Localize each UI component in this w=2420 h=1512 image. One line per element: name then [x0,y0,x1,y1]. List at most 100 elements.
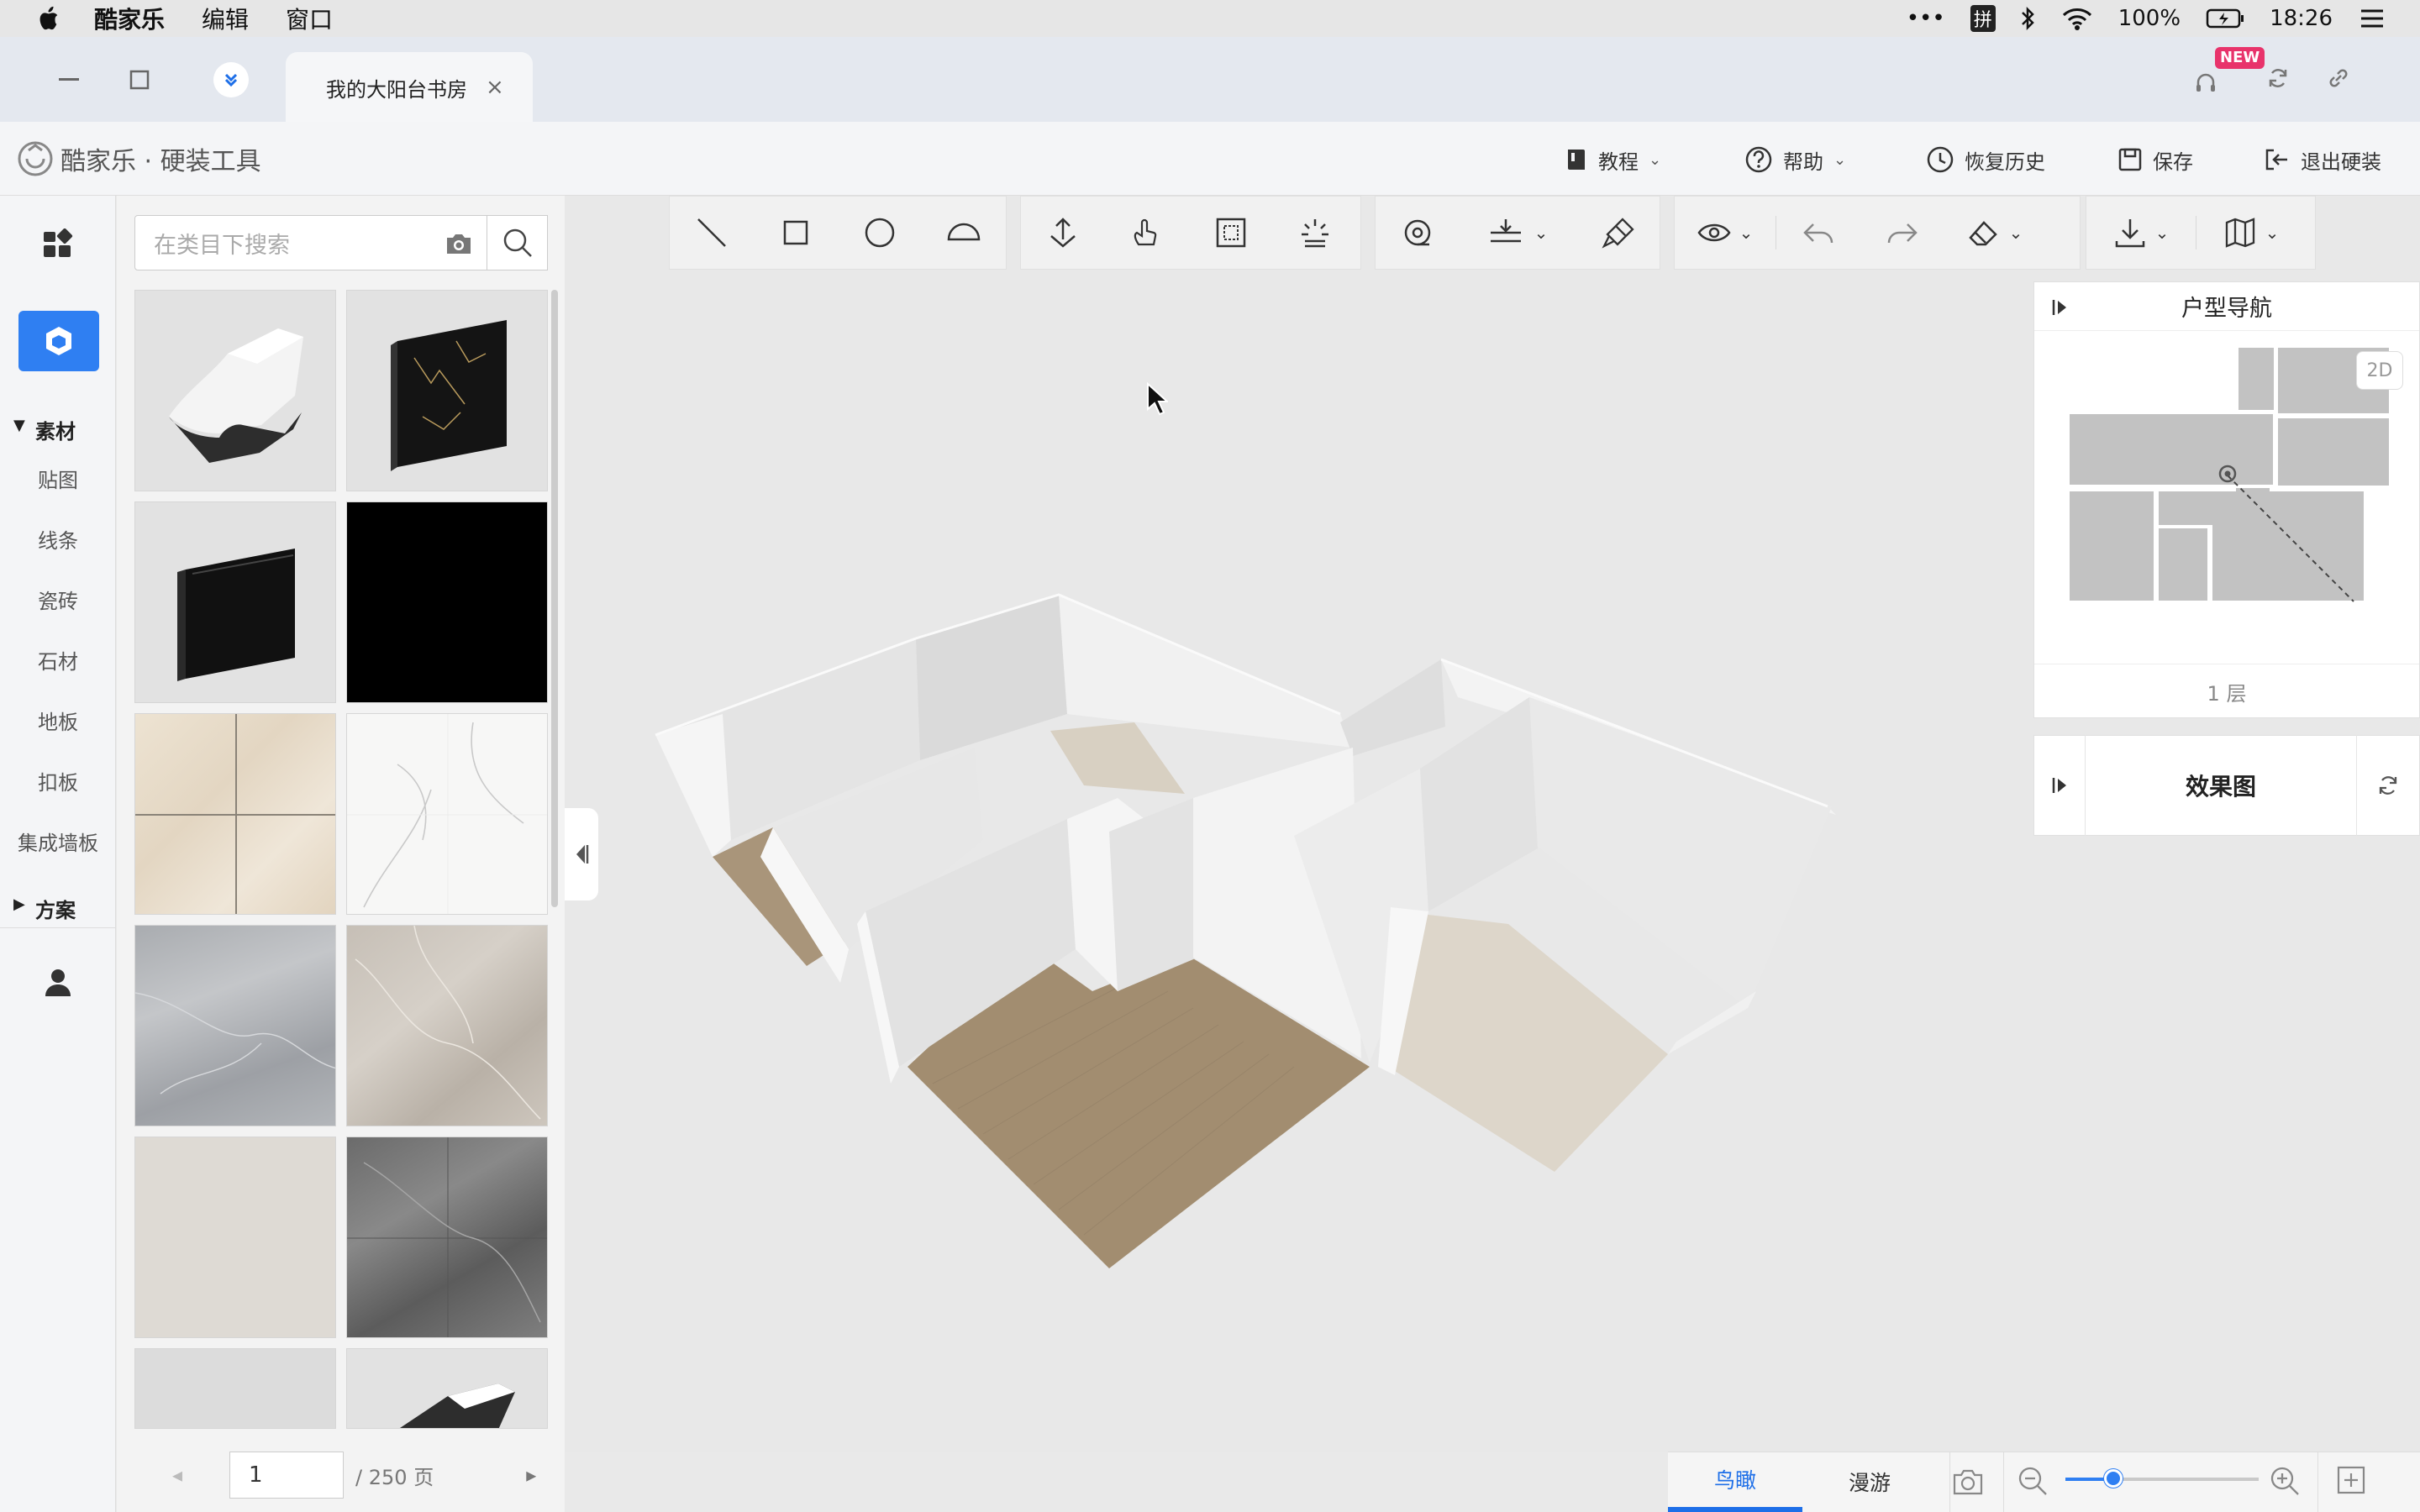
rectangle-icon [783,220,808,245]
2d-mode-badge[interactable]: 2D [2356,351,2403,390]
floor-label[interactable]: 1 层 [2034,664,2419,719]
collapse-panel-icon[interactable] [2051,776,2070,795]
rectangle-tool-button[interactable] [754,196,838,270]
bluetooth-icon[interactable] [2021,6,2036,31]
rail-item-floor[interactable]: 地板 [0,706,116,735]
arc-tool-button[interactable] [922,196,1006,270]
zoom-slider-handle[interactable] [2104,1469,2123,1488]
search-button[interactable] [487,215,548,270]
nav-panel-header: 户型导航 [2034,282,2419,331]
redo-button[interactable] [1860,196,1944,270]
wifi-icon[interactable] [2061,6,2093,31]
logo-icon [18,141,53,176]
hand-tool-button[interactable] [1105,196,1189,270]
circle-icon [865,218,895,248]
maximize-button[interactable] [114,55,165,105]
map-view-button[interactable]: ⌄ [2196,196,2306,270]
sync-button[interactable] [2265,66,2296,96]
draw-toolbar [669,196,1007,270]
rail-group-plan[interactable]: ▶ 方案 [0,894,76,923]
link-button[interactable] [2326,66,2356,96]
rail-item-stone[interactable]: 石材 [0,645,116,675]
apple-icon[interactable] [35,5,60,32]
rail-item-texture[interactable]: 贴图 [0,464,116,493]
brush-tool-button[interactable] [1576,196,1660,270]
undo-button[interactable] [1776,196,1860,270]
visibility-button[interactable]: ⌄ [1675,196,1776,270]
material-tile[interactable] [134,290,336,491]
zoom-in-button[interactable] [2269,1465,2301,1500]
prev-page-icon[interactable]: ◂ [172,1463,182,1487]
material-tile[interactable] [346,1348,548,1429]
collapse-panel-button[interactable] [565,808,598,900]
tape-measure-button[interactable] [1376,196,1459,270]
lighting-tool-button[interactable] [1273,196,1357,270]
restore-history-button[interactable]: 恢复历史 [1926,143,2045,176]
next-page-icon[interactable]: ▸ [526,1463,536,1487]
rail-item-tile[interactable]: 瓷砖 [0,585,116,614]
page-input[interactable]: 1 [229,1452,345,1499]
view-tab-walkthrough[interactable]: 漫游 [1802,1452,1937,1512]
zoom-out-button[interactable] [2017,1465,2049,1500]
white-marble-thumbnail [347,714,547,914]
eraser-button[interactable]: ⌄ [1944,196,2045,270]
menu-edit[interactable]: 编辑 [202,2,249,35]
material-tile[interactable] [346,1137,548,1338]
battery-icon[interactable] [2206,8,2244,29]
material-tool-button[interactable] [18,311,99,371]
panel-scrollbar[interactable] [551,290,558,907]
material-tile[interactable] [346,501,548,703]
line-tool-button[interactable] [670,196,754,270]
minimize-icon [59,78,79,81]
save-icon [2118,148,2142,171]
material-tile[interactable] [134,713,336,915]
save-button[interactable]: 保存 [2118,143,2193,176]
floorplan-nav-panel: 户型导航 1 层 [2033,281,2420,718]
download-button[interactable]: ⌄ [2086,196,2196,270]
user-button[interactable] [44,968,72,1001]
caret-right-icon: ▶ [13,895,25,913]
rail-item-wallboard[interactable]: 集成墙板 [0,827,116,856]
rail-group-material[interactable]: ▼ 素材 [0,415,76,444]
refresh-icon[interactable] [2375,773,2401,798]
fit-view-button[interactable] [1189,196,1273,270]
fit-screen-button[interactable] [2336,1465,2366,1499]
material-tile[interactable] [134,1348,336,1429]
control-center-icon[interactable] [2358,6,2386,31]
close-icon[interactable]: × [486,75,504,100]
clock[interactable]: 18:26 [2270,6,2333,31]
dashboard-button[interactable] [42,228,74,264]
input-method-icon[interactable]: 拼 [1970,5,1996,32]
menu-window[interactable]: 窗口 [286,2,333,35]
move-tool-button[interactable] [1021,196,1105,270]
align-tool-button[interactable]: ⌄ [1459,196,1576,270]
collapse-panel-icon[interactable] [2051,298,2070,317]
exit-button[interactable]: 退出硬装 [2264,143,2381,176]
menu-app-name[interactable]: 酷家乐 [94,2,165,35]
material-tile[interactable] [346,713,548,915]
rail-item-molding[interactable]: 线条 [0,524,116,554]
material-tile[interactable] [346,290,548,491]
camera-icon[interactable] [445,231,473,256]
rail-item-panel[interactable]: 扣板 [0,766,116,795]
more-dots-icon[interactable]: ••• [1907,6,1945,31]
view-tab-birdseye[interactable]: 鸟瞰 [1668,1452,1802,1512]
render-divider [2356,735,2357,836]
material-tile[interactable] [134,501,336,703]
headset-button[interactable] [2193,66,2227,96]
tab-list-button[interactable] [213,62,249,97]
screenshot-button[interactable] [1951,1465,1985,1499]
material-tile[interactable] [134,925,336,1126]
circle-tool-button[interactable] [838,196,922,270]
tab-document[interactable]: 我的大阳台书房 × [286,52,533,123]
book-icon [1568,150,1585,170]
dashboard-grid-icon [44,228,73,257]
tutorial-button[interactable]: 教程 ⌄ [1565,143,1661,176]
material-tile[interactable] [346,925,548,1126]
material-tile[interactable] [134,1137,336,1338]
cube-icon [46,327,71,355]
help-button[interactable]: 帮助 ⌄ [1744,143,1846,176]
minimize-button[interactable] [44,55,94,105]
help-label: 帮助 [1783,150,1823,174]
search-input[interactable]: 在类目下搜索 [134,215,487,270]
